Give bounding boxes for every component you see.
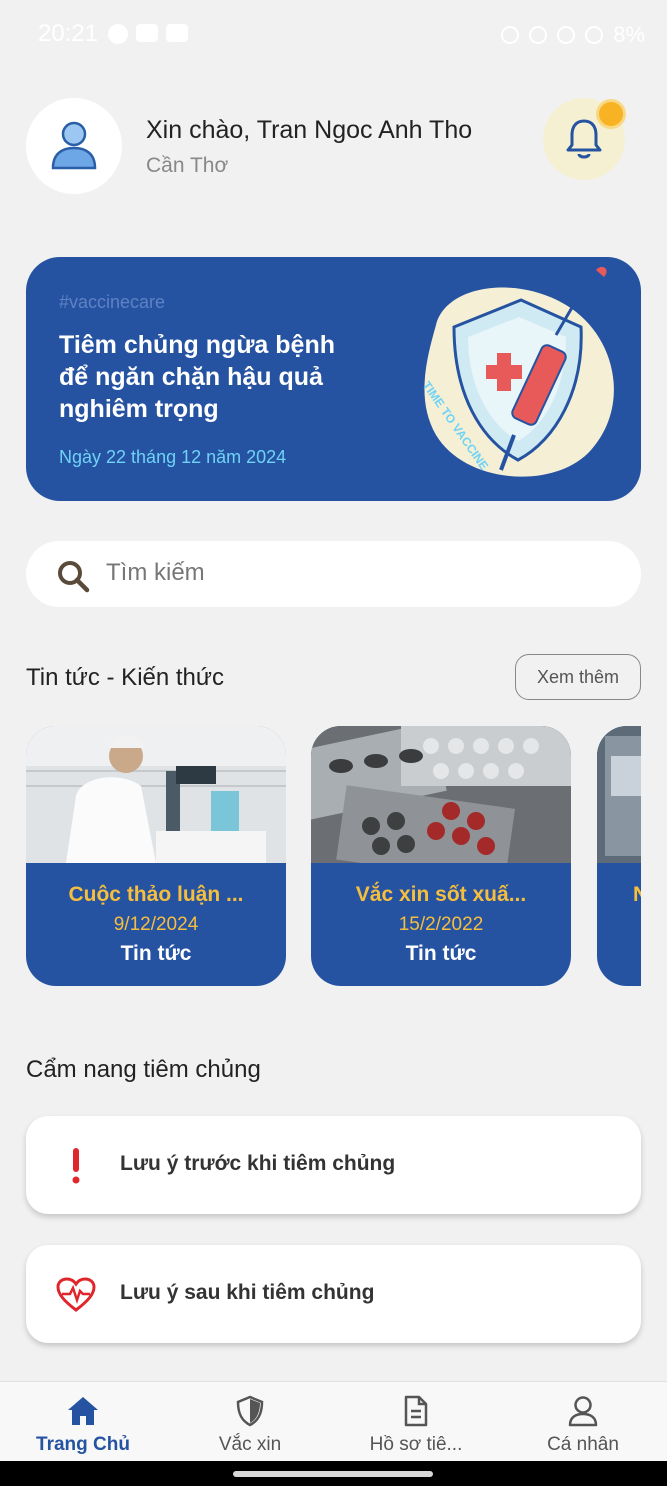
lab-scientist-image — [26, 726, 286, 863]
promo-banner[interactable]: #vaccinecare Tiêm chủng ngừa bệnh để ngă… — [26, 257, 641, 501]
youtube-icon — [166, 24, 188, 42]
user-avatar-icon — [51, 121, 97, 170]
system-navigation-bar — [0, 1461, 667, 1486]
mute-icon — [529, 26, 548, 44]
bell-icon — [566, 119, 602, 159]
handbook-item-label: Lưu ý sau khi tiêm chủng — [120, 1281, 375, 1304]
news-date: 9/12/2024 — [113, 914, 199, 935]
search-bar[interactable]: Tìm kiếm — [26, 541, 641, 607]
banner-date: Ngày 22 tháng 12 năm 2024 — [59, 447, 287, 467]
nav-records[interactable]: Hồ sơ tiê... — [333, 1382, 499, 1462]
avatar[interactable] — [26, 98, 122, 194]
news-image-partial — [597, 726, 641, 863]
news-date: 15/2/2022 — [398, 914, 484, 935]
signal-icon — [585, 26, 604, 44]
exclamation-icon — [56, 1146, 96, 1186]
vaccine-shield-illustration: TIME TO VACCINE — [420, 266, 614, 477]
status-system-icons: 8% — [501, 22, 645, 48]
handbook-section-title: Cẩm nang tiêm chủng — [26, 1056, 261, 1083]
nav-label: Cá nhân — [547, 1434, 619, 1455]
document-icon — [398, 1394, 434, 1428]
nav-label: Hồ sơ tiê... — [369, 1434, 463, 1455]
banner-tag: #vaccinecare — [59, 292, 166, 312]
news-section-title: Tin tức - Kiến thức — [26, 664, 224, 691]
location-text: Cần Thơ — [146, 154, 229, 177]
pills-image — [311, 726, 571, 863]
nav-vaccine[interactable]: Vắc xin — [167, 1382, 333, 1462]
news-card[interactable]: Vắc xin sốt xuấ... 15/2/2022 Tin tức — [311, 726, 571, 986]
status-time: 20:21 — [38, 20, 99, 47]
handbook-item-before[interactable]: Lưu ý trước khi tiêm chủng — [26, 1116, 641, 1214]
news-category: Tin tức — [405, 942, 477, 965]
nav-label: Trang Chủ — [36, 1434, 130, 1455]
banner-title: Tiêm chủng ngừa bệnh để ngăn chặn hậu qu… — [59, 331, 335, 423]
handbook-item-label: Lưu ý trước khi tiêm chủng — [120, 1152, 396, 1175]
battery-level: 8% — [613, 22, 645, 47]
nav-label: Vắc xin — [218, 1434, 282, 1455]
see-more-button[interactable]: Xem thêm — [515, 654, 641, 700]
nav-home[interactable]: Trang Chủ — [0, 1382, 166, 1462]
news-title: N — [633, 883, 641, 906]
home-icon — [65, 1394, 101, 1428]
news-title: Cuộc thảo luận ... — [68, 883, 244, 906]
search-icon — [58, 561, 90, 593]
handbook-item-after[interactable]: Lưu ý sau khi tiêm chủng — [26, 1245, 641, 1343]
bottom-navigation: Trang Chủ Vắc xin Hồ sơ tiê... Cá nhân — [0, 1381, 667, 1461]
dnd-icon — [108, 24, 128, 44]
wifi-icon — [557, 26, 576, 44]
home-gesture-handle[interactable] — [233, 1471, 433, 1477]
person-icon — [565, 1394, 601, 1428]
search-input[interactable]: Tìm kiếm — [106, 559, 205, 587]
bag-icon — [136, 24, 158, 42]
news-title: Vắc xin sốt xuấ... — [355, 883, 527, 906]
status-bar: 20:21 8% — [0, 0, 667, 70]
news-category: Tin tức — [120, 942, 192, 965]
status-notification-icons — [108, 24, 188, 44]
news-card-partial[interactable]: N — [597, 726, 641, 986]
news-card[interactable]: Cuộc thảo luận ... 9/12/2024 Tin tức — [26, 726, 286, 986]
heart-pulse-icon — [56, 1275, 96, 1315]
bluetooth-icon — [501, 26, 520, 44]
nav-profile[interactable]: Cá nhân — [500, 1382, 666, 1462]
greeting-text: Xin chào, Tran Ngoc Anh Tho — [146, 116, 473, 144]
notification-badge — [596, 99, 626, 129]
shield-icon — [232, 1394, 268, 1428]
